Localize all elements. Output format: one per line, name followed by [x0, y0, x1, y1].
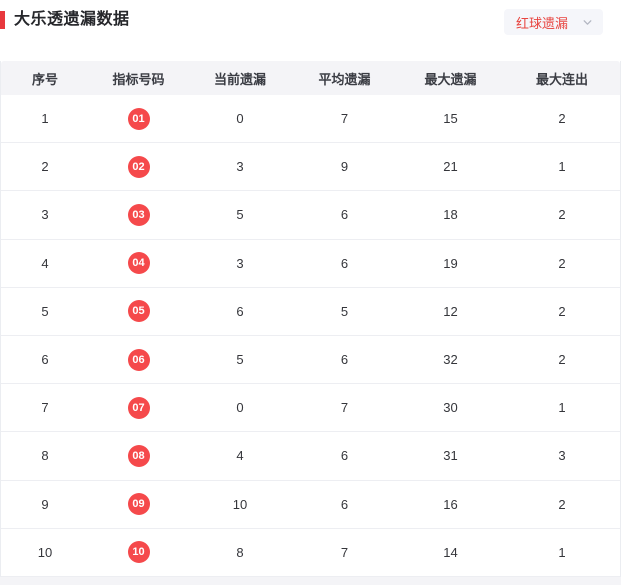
table-row: 2 02 3 9 21 1	[1, 143, 620, 192]
cell-seq: 7	[41, 400, 49, 416]
cell-max-omission: 18	[443, 207, 458, 223]
cell-average-omission: 6	[340, 255, 349, 271]
title-accent-bar	[0, 11, 5, 29]
cell-max-streak: 1	[558, 400, 566, 416]
cell-ball: 01	[89, 95, 188, 142]
ball-type-select-value: 红球遗漏	[515, 15, 568, 31]
cell-current-omission: 5	[236, 207, 244, 223]
cell-max-streak: 2	[558, 207, 566, 223]
cell-ball: 05	[89, 288, 188, 335]
ball-type-select[interactable]: 红球遗漏	[503, 9, 603, 35]
ball-badge: 08	[127, 444, 150, 467]
cell-current-omission: 0	[236, 400, 244, 416]
cell-average-omission: 5	[340, 303, 349, 319]
cell-max-omission: 14	[443, 544, 458, 560]
omission-table: 序号 指标号码 当前遗漏 平均遗漏 最大遗漏 最大连出 1 01 0 7 15 …	[0, 61, 621, 577]
cell-current-omission: 8	[236, 544, 244, 560]
table-row: 8 08 4 6 31 3	[1, 432, 620, 481]
cell-current-omission: 5	[236, 352, 244, 368]
title-wrap: 大乐透遗漏数据	[0, 9, 130, 31]
table-row: 6 06 5 6 32 2	[1, 335, 620, 385]
ball-badge: 07	[127, 396, 150, 419]
column-header-max-miss: 最大遗漏	[424, 71, 477, 87]
cell-current-omission: 4	[236, 448, 244, 464]
ball-badge: 10	[127, 541, 150, 564]
cell-seq: 2	[41, 159, 49, 175]
cell-average-omission: 6	[340, 496, 349, 512]
table-row: 10 10 8 7 14 1	[1, 528, 620, 577]
cell-ball: 04	[89, 240, 188, 287]
cell-max-omission: 21	[443, 159, 458, 175]
cell-max-streak: 2	[558, 496, 566, 512]
table-row: 4 04 3 6 19 2	[1, 239, 620, 288]
cell-ball: 10	[89, 529, 188, 576]
table-body: 1 01 0 7 15 2 2 02 3 9 21 1 3 03 5 6 18 …	[1, 95, 620, 577]
cell-seq: 1	[41, 111, 49, 127]
cell-ball: 06	[89, 336, 188, 383]
ball-badge: 03	[127, 203, 150, 226]
column-header-seq: 序号	[31, 71, 58, 87]
cell-max-streak: 2	[558, 352, 566, 368]
column-header-average: 平均遗漏	[318, 71, 371, 87]
table-header-row: 序号 指标号码 当前遗漏 平均遗漏 最大遗漏 最大连出	[1, 61, 620, 95]
cell-max-omission: 32	[443, 352, 458, 368]
ball-badge: 01	[127, 107, 150, 130]
cell-current-omission: 3	[236, 159, 244, 175]
cell-seq: 4	[41, 255, 49, 271]
page-title: 大乐透遗漏数据	[14, 11, 130, 28]
cell-average-omission: 7	[340, 111, 349, 127]
cell-average-omission: 7	[340, 544, 349, 560]
ball-badge: 06	[127, 348, 150, 371]
cell-max-omission: 19	[443, 255, 458, 271]
cell-ball: 03	[89, 191, 188, 238]
cell-seq: 6	[41, 352, 49, 368]
ball-badge: 09	[127, 493, 150, 516]
ball-badge: 04	[127, 252, 150, 275]
table-row: 7 07 0 7 30 1	[1, 384, 620, 433]
table-row: 3 03 5 6 18 2	[1, 191, 620, 240]
topbar: 大乐透遗漏数据 红球遗漏	[0, 0, 621, 61]
cell-max-omission: 30	[443, 400, 458, 416]
column-header-current: 当前遗漏	[213, 71, 266, 87]
ball-badge: 02	[127, 155, 150, 178]
column-header-ball: 指标号码	[112, 71, 165, 87]
cell-ball: 08	[89, 432, 188, 479]
cell-seq: 10	[37, 544, 53, 560]
next-section-header-strip	[0, 577, 621, 585]
cell-current-omission: 3	[236, 255, 244, 271]
cell-max-omission: 31	[443, 448, 458, 464]
cell-max-streak: 2	[558, 255, 566, 271]
cell-max-streak: 1	[558, 159, 566, 175]
cell-current-omission: 10	[232, 496, 248, 512]
cell-seq: 9	[41, 496, 49, 512]
cell-max-omission: 16	[443, 496, 458, 512]
cell-max-streak: 2	[558, 303, 566, 319]
cell-seq: 5	[41, 303, 49, 319]
cell-ball: 09	[89, 481, 188, 528]
cell-max-streak: 2	[558, 111, 566, 127]
cell-ball: 02	[89, 143, 188, 190]
cell-current-omission: 6	[236, 303, 244, 319]
column-header-max-streak: 最大连出	[535, 71, 588, 87]
cell-seq: 3	[41, 207, 49, 223]
cell-average-omission: 9	[340, 159, 349, 175]
lottery-omission-page: 大乐透遗漏数据 红球遗漏 序号 指标号码 当前遗漏 平均遗漏 最大遗漏 最大连出…	[0, 0, 621, 585]
cell-seq: 8	[41, 448, 49, 464]
cell-current-omission: 0	[236, 111, 244, 127]
chevron-down-icon	[582, 17, 593, 28]
cell-average-omission: 6	[340, 207, 349, 223]
cell-max-streak: 3	[558, 448, 566, 464]
cell-max-omission: 15	[443, 111, 458, 127]
ball-badge: 05	[127, 300, 150, 323]
table-row: 9 09 10 6 16 2	[1, 480, 620, 529]
cell-average-omission: 6	[340, 448, 349, 464]
cell-max-omission: 12	[443, 303, 458, 319]
cell-max-streak: 1	[558, 544, 566, 560]
cell-average-omission: 7	[340, 400, 349, 416]
cell-average-omission: 6	[340, 352, 349, 368]
table-row: 1 01 0 7 15 2	[1, 95, 620, 144]
cell-ball: 07	[89, 384, 188, 431]
table-row: 5 05 6 5 12 2	[1, 287, 620, 336]
